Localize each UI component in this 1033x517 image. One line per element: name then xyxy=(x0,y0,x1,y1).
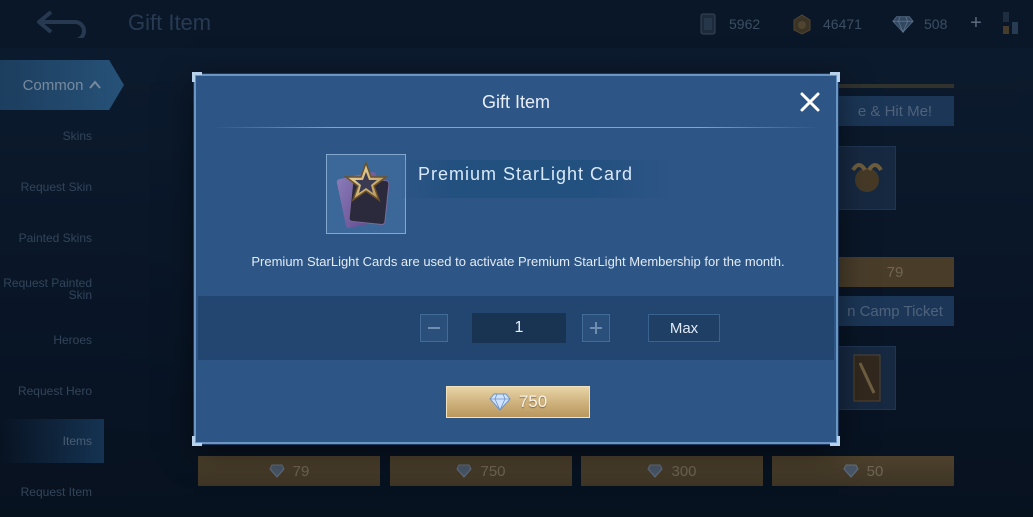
purchase-price: 750 xyxy=(518,392,548,411)
item-name: Premium StarLight Card xyxy=(418,164,634,184)
close-button[interactable] xyxy=(798,90,822,114)
close-icon xyxy=(800,92,820,112)
max-quantity-button[interactable]: Max xyxy=(648,314,720,342)
dialog-title: Gift Item xyxy=(481,92,550,112)
decrease-quantity-button[interactable] xyxy=(420,314,448,342)
item-description: Premium StarLight Cards are used to acti… xyxy=(251,254,785,269)
frame-corner xyxy=(830,436,840,446)
gift-purchase-button[interactable]: 750 xyxy=(446,386,590,418)
minus-icon xyxy=(428,327,440,329)
starlight-card-icon xyxy=(336,160,390,229)
quantity-input[interactable] xyxy=(472,313,566,343)
gift-item-dialog: Gift Item Premium StarLight Card Premium… xyxy=(192,72,840,446)
item-thumbnail xyxy=(326,154,406,234)
increase-quantity-button[interactable] xyxy=(582,314,610,342)
title-divider xyxy=(212,127,820,128)
frame-corner xyxy=(192,436,202,446)
plus-icon xyxy=(590,322,602,334)
frame-corner xyxy=(830,72,840,82)
diamond-icon xyxy=(489,393,511,411)
frame-corner xyxy=(192,72,202,82)
